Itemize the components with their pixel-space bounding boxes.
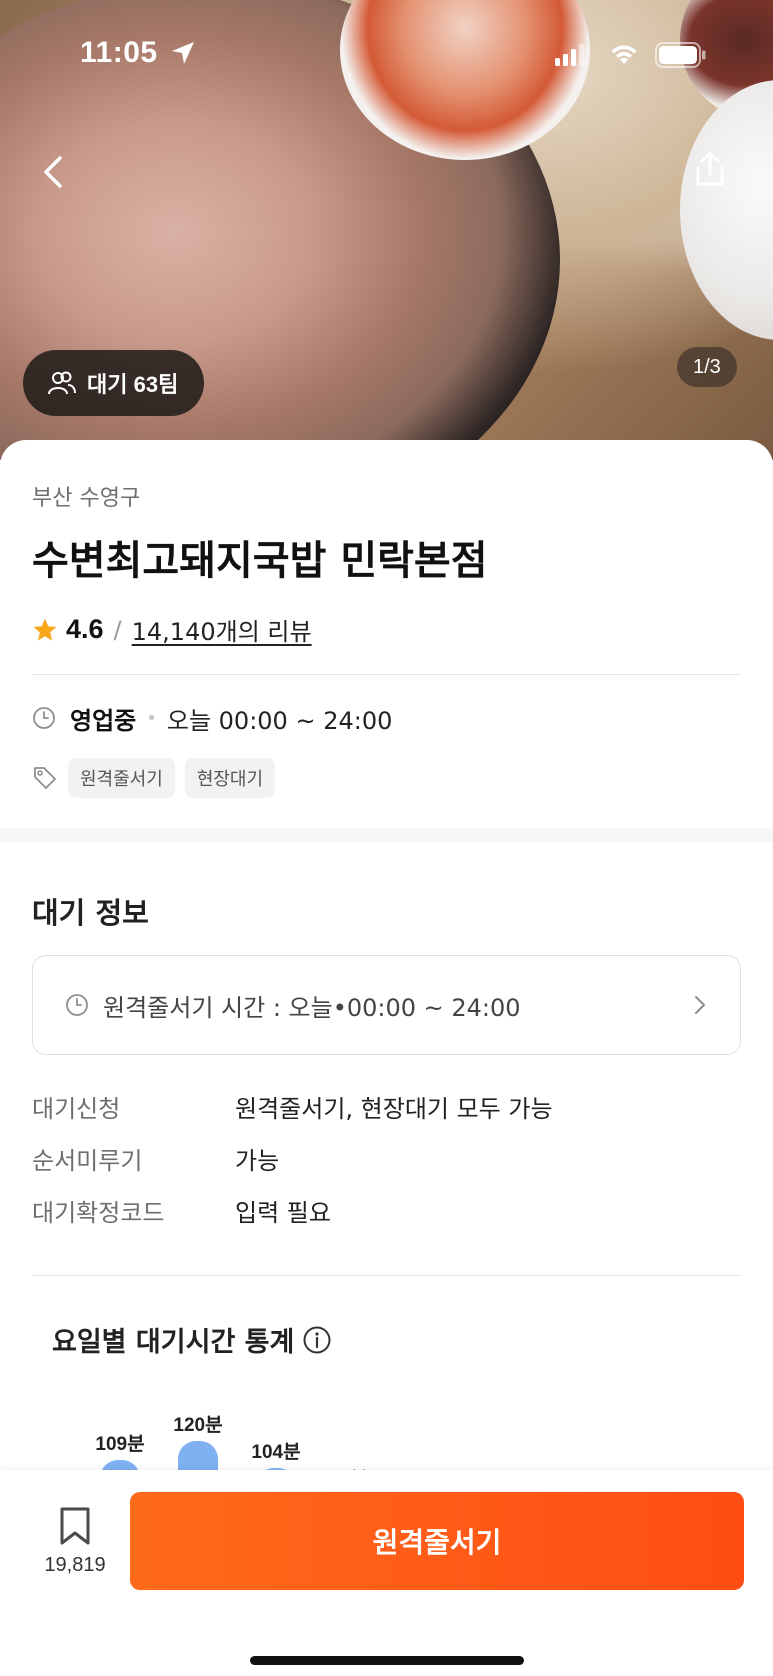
home-indicator	[250, 1656, 524, 1665]
divider	[32, 1275, 741, 1276]
bookmark-icon	[60, 1507, 90, 1545]
tags-row: 원격줄서기 현장대기	[32, 758, 276, 798]
signal-icon	[555, 44, 584, 66]
wait-teams-text: 대기 63팀	[87, 372, 179, 397]
info-row: 순서미루기 가능	[32, 1132, 741, 1184]
people-icon	[48, 371, 76, 395]
soup-bowl	[680, 80, 773, 340]
info-row: 대기신청 원격줄서기, 현장대기 모두 가능	[32, 1080, 741, 1132]
bar-value-label: 120분	[173, 1415, 223, 1436]
bar-value-label: 109분	[95, 1433, 145, 1455]
star-icon	[33, 618, 57, 641]
wait-info-title: 대기 정보	[32, 896, 149, 930]
divider	[32, 674, 741, 675]
info-key: 순서미루기	[32, 1146, 143, 1175]
info-key: 대기신청	[32, 1094, 121, 1123]
share-icon[interactable]	[690, 148, 730, 192]
tag-icon	[34, 767, 56, 789]
rating-row: 4.6 / 14,140개의 리뷰	[32, 612, 312, 647]
back-icon[interactable]	[34, 150, 74, 194]
remote-queue-time-text: 원격줄서기 시간 : 오늘•00:00 ~ 24:00	[103, 993, 521, 1022]
wait-teams-badge: 대기 63팀	[23, 350, 205, 416]
wifi-icon	[611, 45, 637, 64]
wait-stats-title-row: 요일별 대기시간 통계	[52, 1320, 332, 1359]
hero-image[interactable]: 11:05 대기 63팀 1/3	[0, 0, 773, 460]
business-hours-row: 영업중 • 오늘 00:00 ~ 24:00	[32, 700, 392, 736]
bar-value-label: 104분	[251, 1442, 301, 1464]
info-key: 대기확정코드	[32, 1198, 165, 1227]
remote-queue-time-button[interactable]: 원격줄서기 시간 : 오늘•00:00 ~ 24:00	[32, 955, 741, 1055]
wait-info-list: 대기신청 원격줄서기, 현장대기 모두 가능 순서미루기 가능 대기확정코드 입…	[32, 1080, 741, 1236]
store-region: 부산 수영구	[32, 486, 141, 511]
store-name: 수변최고돼지국밥 민락본점	[32, 538, 488, 584]
bookmark-button[interactable]: 19,819	[36, 1506, 114, 1577]
info-row: 대기확정코드 입력 필요	[32, 1184, 741, 1236]
info-icon[interactable]	[302, 1325, 332, 1355]
business-hours: 오늘 00:00 ~ 24:00	[166, 706, 393, 735]
tag-onsite-wait: 현장대기	[184, 758, 276, 798]
clock-icon	[33, 707, 55, 729]
rating-separator: /	[113, 615, 122, 644]
info-value: 가능	[235, 1146, 280, 1175]
bookmark-count: 19,819	[44, 1554, 106, 1576]
tag-remote-queue: 원격줄서기	[68, 758, 175, 798]
review-count-link[interactable]: 14,140개의 리뷰	[132, 612, 312, 647]
location-arrow-icon	[172, 42, 194, 64]
rating-score: 4.6	[66, 614, 104, 644]
clock-icon	[66, 994, 88, 1016]
battery-icon	[655, 42, 706, 68]
info-value: 원격줄서기, 현장대기 모두 가능	[235, 1094, 553, 1123]
open-status: 영업중	[70, 706, 137, 735]
info-value: 입력 필요	[235, 1198, 331, 1227]
separator-dot: •	[146, 707, 157, 729]
status-bar: 11:05	[0, 0, 773, 110]
status-time: 11:05	[80, 36, 158, 69]
remote-queue-button[interactable]: 원격줄서기	[130, 1492, 744, 1590]
section-separator	[0, 828, 773, 842]
wait-stats-title: 요일별 대기시간 통계	[52, 1327, 295, 1358]
chevron-right-icon	[695, 996, 705, 1014]
bottom-action-bar: 19,819 원격줄서기	[0, 1470, 773, 1676]
image-page-indicator: 1/3	[677, 347, 737, 387]
